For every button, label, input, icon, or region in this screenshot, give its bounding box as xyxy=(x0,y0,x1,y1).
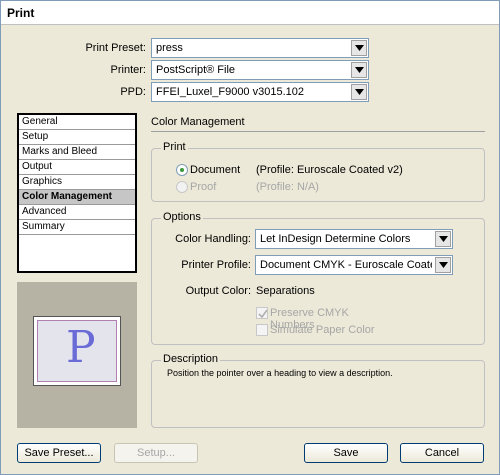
ppd-label: PPD: xyxy=(120,86,146,98)
printer-profile-label: Printer Profile: xyxy=(181,259,251,271)
radio-unselected-icon xyxy=(176,181,188,193)
nav-item-color-management[interactable]: Color Management xyxy=(19,190,135,205)
proof-radio-label: Proof xyxy=(190,181,217,193)
document-profile-text: (Profile: Euroscale Coated v2) xyxy=(256,164,403,176)
print-preset-value: press xyxy=(156,42,183,54)
color-handling-value: Let InDesign Determine Colors xyxy=(260,233,411,245)
page-preview: P xyxy=(17,282,137,428)
nav-item-marks-and-bleed[interactable]: Marks and Bleed xyxy=(19,145,135,160)
chevron-down-icon[interactable] xyxy=(435,231,451,247)
nav-item-graphics[interactable]: Graphics xyxy=(19,175,135,190)
window-title: Print xyxy=(7,6,35,20)
preview-sheet: P xyxy=(33,316,121,386)
output-color-value: Separations xyxy=(256,285,315,297)
nav-item-output[interactable]: Output xyxy=(19,160,135,175)
category-list: General Setup Marks and Bleed Output Gra… xyxy=(17,113,137,273)
radio-selected-icon xyxy=(176,164,188,176)
options-group-title: Options xyxy=(161,211,203,223)
chevron-down-icon[interactable] xyxy=(351,40,367,56)
print-preset-dropdown[interactable]: press xyxy=(151,38,369,58)
title-bar: Print xyxy=(1,1,499,25)
description-group-title: Description xyxy=(161,353,221,365)
empty-checkbox-icon xyxy=(256,324,268,336)
print-preset-label: Print Preset: xyxy=(85,42,146,54)
chevron-down-icon[interactable] xyxy=(351,84,367,100)
proof-radio[interactable]: Proof xyxy=(176,181,236,195)
preserve-cmyk-checkbox[interactable]: Preserve CMYK Numbers xyxy=(256,307,396,331)
print-group-title: Print xyxy=(161,141,188,153)
preview-letter: P xyxy=(66,322,96,373)
save-button[interactable]: Save xyxy=(304,443,388,463)
printer-profile-dropdown[interactable]: Document CMYK - Euroscale Coated v xyxy=(255,255,453,275)
printer-value: PostScript® File xyxy=(156,64,236,76)
output-color-label: Output Color: xyxy=(185,285,251,297)
chevron-down-icon[interactable] xyxy=(435,257,451,273)
document-radio[interactable]: Document xyxy=(176,164,246,178)
color-handling-label: Color Handling: xyxy=(175,233,251,245)
ppd-dropdown[interactable]: FFEI_Luxel_F9000 v3015.102 xyxy=(151,82,369,102)
panel-heading: Color Management xyxy=(151,116,245,128)
ppd-value: FFEI_Luxel_F9000 v3015.102 xyxy=(156,86,304,98)
chevron-down-icon[interactable] xyxy=(351,62,367,78)
cancel-button[interactable]: Cancel xyxy=(400,443,484,463)
printer-profile-value: Document CMYK - Euroscale Coated v xyxy=(260,259,432,271)
simulate-paper-label: Simulate Paper Color xyxy=(270,324,375,336)
proof-profile-text: (Profile: N/A) xyxy=(256,181,319,193)
nav-item-summary[interactable]: Summary xyxy=(19,220,135,235)
print-dialog: Print Print Preset: press Printer: PostS… xyxy=(0,0,500,475)
color-handling-dropdown[interactable]: Let InDesign Determine Colors xyxy=(255,229,453,249)
nav-item-setup[interactable]: Setup xyxy=(19,130,135,145)
checkmark-icon xyxy=(256,307,268,319)
document-radio-label: Document xyxy=(190,164,241,176)
heading-divider xyxy=(151,131,485,132)
simulate-paper-checkbox[interactable]: Simulate Paper Color xyxy=(256,324,396,338)
printer-dropdown[interactable]: PostScript® File xyxy=(151,60,369,80)
setup-button[interactable]: Setup... xyxy=(114,443,198,463)
description-text: Position the pointer over a heading to v… xyxy=(167,368,393,378)
nav-item-advanced[interactable]: Advanced xyxy=(19,205,135,220)
printer-label: Printer: xyxy=(110,64,146,76)
save-preset-button[interactable]: Save Preset... xyxy=(17,443,101,463)
nav-item-general[interactable]: General xyxy=(19,115,135,130)
